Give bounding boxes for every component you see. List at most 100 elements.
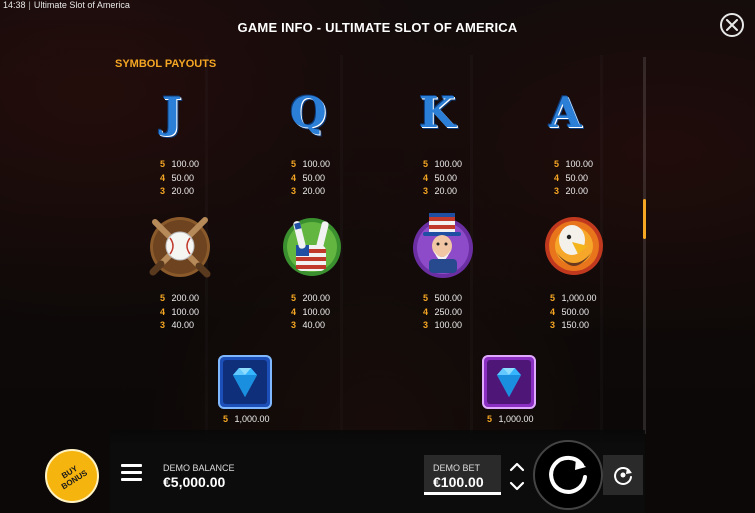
clock-time: 14:38	[3, 0, 26, 10]
payout-count: 5	[423, 293, 429, 303]
menu-icon	[121, 464, 142, 467]
payout-value: 1,000.00	[498, 414, 534, 424]
payout-value: 1,000.00	[234, 414, 270, 424]
letter-k-icon: K	[419, 88, 456, 137]
blue-diamond-icon	[218, 355, 272, 409]
balance-value: €5,000.00	[163, 474, 226, 490]
eagle-icon	[545, 217, 603, 275]
payout-count: 3	[160, 186, 166, 196]
payout-count: 5	[291, 159, 297, 169]
payout-list-eagle: 5 1,000.00 4 500.00 3 150.00	[550, 292, 597, 333]
menu-button[interactable]	[121, 464, 142, 482]
payout-row: 5 200.00	[291, 292, 330, 306]
payout-value: 100.00	[434, 320, 463, 330]
payout-list-a: 5 100.00 4 50.00 3 20.00	[554, 158, 593, 199]
payout-row: 3 40.00	[291, 319, 330, 333]
payout-list-uncle-sam: 5 500.00 4 250.00 3 100.00	[423, 292, 462, 333]
payout-count: 5	[550, 293, 556, 303]
payout-count: 3	[291, 320, 297, 330]
payout-value: 20.00	[302, 186, 326, 196]
payout-row: 4 100.00	[291, 306, 330, 320]
letter-j-icon: J	[162, 88, 182, 137]
payout-row: 3 20.00	[291, 185, 330, 199]
payout-list-j: 5 100.00 4 50.00 3 20.00	[160, 158, 199, 199]
payout-list-rock-hand: 5 200.00 4 100.00 3 40.00	[291, 292, 330, 333]
payout-value: 40.00	[171, 320, 195, 330]
payout-row: 5 100.00	[423, 158, 462, 172]
payout-value: 50.00	[302, 172, 326, 183]
payout-value: 100.00	[302, 159, 331, 169]
uncle-sam-icon	[413, 213, 473, 278]
payout-value: 20.00	[565, 186, 589, 196]
payout-row: 5 100.00	[160, 158, 199, 172]
payout-row: 5 500.00	[423, 292, 462, 306]
payout-count: 5	[554, 159, 560, 169]
payout-count: 5	[223, 414, 229, 424]
payout-value: 250.00	[434, 306, 463, 317]
buy-bonus-button[interactable]: BUY BONUS	[45, 449, 99, 503]
payout-count: 4	[291, 306, 297, 317]
dialog-title: GAME INFO - ULTIMATE SLOT OF AMERICA	[237, 20, 518, 35]
close-icon	[726, 19, 738, 31]
spin-icon	[549, 455, 587, 494]
payout-row: 4 500.00	[550, 306, 597, 320]
payout-value: 100.00	[565, 159, 594, 169]
autoplay-button[interactable]	[603, 455, 643, 495]
scrollbar-thumb[interactable]	[643, 199, 646, 239]
payout-count: 3	[423, 186, 429, 196]
payout-list-purple-diamond: 5 1,000.00	[487, 413, 534, 427]
payout-row: 4 50.00	[160, 172, 199, 186]
section-heading: SYMBOL PAYOUTS	[115, 58, 217, 70]
payout-value: 1,000.00	[561, 293, 597, 303]
payout-list-baseball: 5 200.00 4 100.00 3 40.00	[160, 292, 199, 333]
scrollbar-track[interactable]	[643, 57, 646, 434]
rock-hand-icon	[283, 218, 341, 276]
letter-a-icon: A	[549, 88, 582, 137]
payout-row: 3 100.00	[423, 319, 462, 333]
payout-list-k: 5 100.00 4 50.00 3 20.00	[423, 158, 462, 199]
payout-value: 100.00	[434, 159, 463, 169]
payout-value: 50.00	[565, 172, 589, 183]
payout-row: 4 50.00	[554, 172, 593, 186]
payout-count: 3	[291, 186, 297, 196]
payout-count: 4	[550, 306, 556, 317]
payout-value: 200.00	[302, 293, 331, 303]
payout-row: 3 20.00	[423, 185, 462, 199]
payout-row: 5 1,000.00	[223, 413, 270, 427]
payout-row: 5 1,000.00	[487, 413, 534, 427]
letter-q-icon: Q	[290, 88, 327, 137]
payout-count: 3	[550, 320, 556, 330]
window-titlebar: 14:38 | Ultimate Slot of America	[3, 0, 130, 10]
payout-row: 3 150.00	[550, 319, 597, 333]
close-button[interactable]	[720, 13, 744, 37]
payout-row: 4 50.00	[423, 172, 462, 186]
payout-value: 100.00	[171, 306, 200, 317]
payout-value: 50.00	[434, 172, 458, 183]
bet-increase-button[interactable]	[506, 458, 528, 476]
payout-count: 5	[487, 414, 493, 424]
payout-count: 3	[554, 186, 560, 196]
payout-value: 20.00	[171, 186, 195, 196]
payout-row: 5 200.00	[160, 292, 199, 306]
payout-value: 100.00	[171, 159, 200, 169]
payout-count: 3	[160, 320, 166, 330]
baseball-bats-icon	[149, 217, 211, 278]
payout-value: 100.00	[302, 306, 331, 317]
spin-button[interactable]	[533, 440, 603, 510]
payout-row: 4 50.00	[291, 172, 330, 186]
bet-decrease-button[interactable]	[506, 477, 528, 495]
payout-list-blue-diamond: 5 1,000.00	[223, 413, 270, 427]
payout-count: 5	[423, 159, 429, 169]
payout-row: 5 1,000.00	[550, 292, 597, 306]
payout-row: 5 100.00	[291, 158, 330, 172]
purple-diamond-icon	[482, 355, 536, 409]
bet-label: DEMO BET	[433, 463, 481, 473]
payout-value: 20.00	[434, 186, 458, 196]
payout-count: 4	[291, 172, 297, 183]
payout-value: 200.00	[171, 293, 200, 303]
payout-row: 4 250.00	[423, 306, 462, 320]
menu-icon-bar	[121, 478, 142, 481]
payout-value: 500.00	[561, 306, 590, 317]
payout-row: 4 100.00	[160, 306, 199, 320]
payout-row: 3 40.00	[160, 319, 199, 333]
